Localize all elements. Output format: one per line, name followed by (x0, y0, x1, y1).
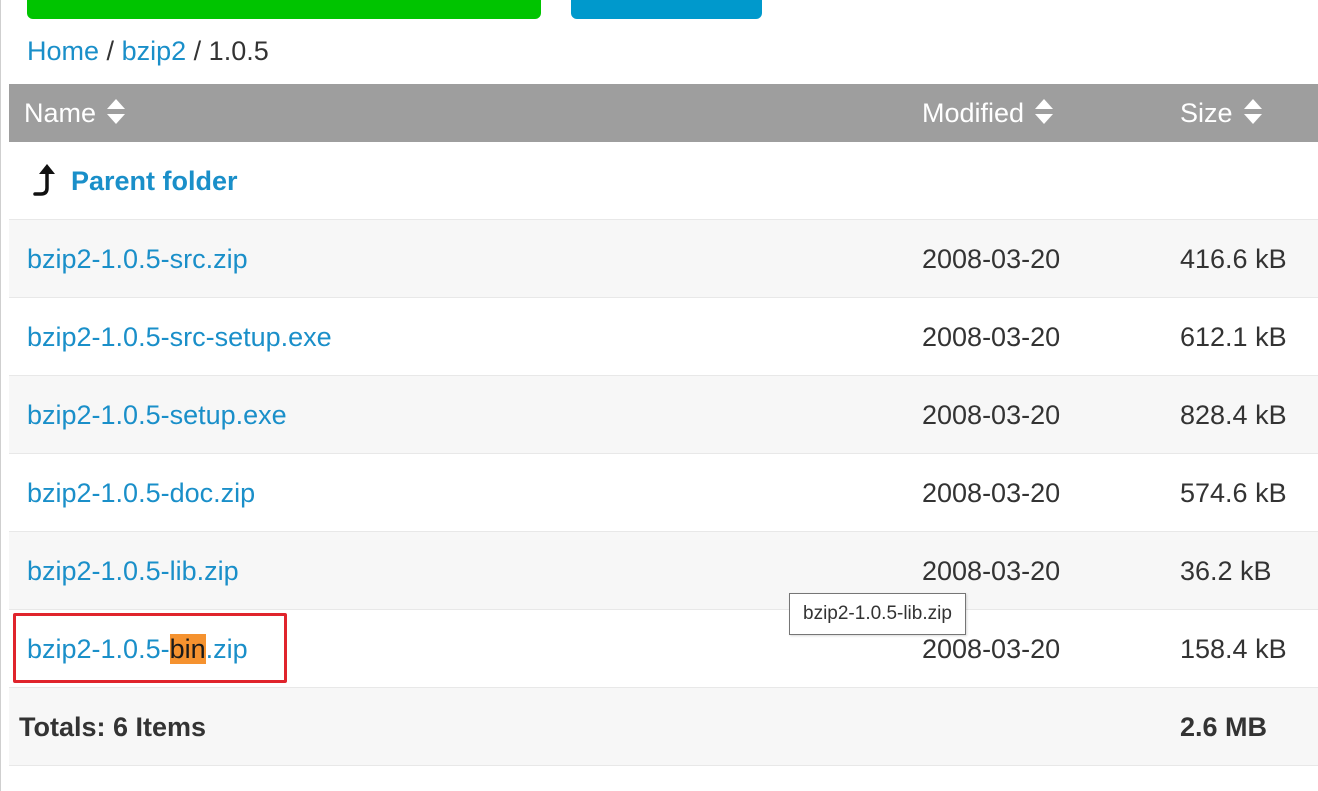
sort-by-size-header[interactable]: Size (1180, 84, 1263, 142)
totals-label: Totals: 6 Items (19, 712, 207, 742)
file-link[interactable]: bzip2-1.0.5-src-setup.exe (27, 298, 332, 376)
link-tooltip: bzip2-1.0.5-lib.zip (789, 593, 966, 635)
header-modified-label: Modified (922, 98, 1025, 128)
header-name-label: Name (24, 98, 97, 128)
file-browser-page: Home / bzip2 / 1.0.5 Name Modified Size … (0, 0, 1318, 791)
table-row: bzip2-1.0.5-setup.exe 2008-03-20 828.4 k… (9, 376, 1318, 454)
table-row: bzip2-1.0.5-bin.zip 2008-03-20 158.4 kB (9, 610, 1318, 688)
file-link[interactable]: bzip2-1.0.5-setup.exe (27, 376, 287, 454)
parent-folder-arrow-icon (33, 163, 55, 196)
file-size: 158.4 kB (1180, 634, 1287, 664)
file-modified: 2008-03-20 (922, 244, 1061, 274)
totals-row: Totals: 6 Items 2.6 MB (9, 688, 1318, 766)
file-name-suffix: .zip (205, 634, 248, 664)
file-link[interactable]: bzip2-1.0.5-doc.zip (27, 454, 255, 532)
table-row: bzip2-1.0.5-src.zip 2008-03-20 416.6 kB (9, 220, 1318, 298)
parent-folder-row: Parent folder (9, 142, 1318, 220)
files-table: Name Modified Size Parent folder bzip2-1… (9, 84, 1318, 766)
file-size: 36.2 kB (1180, 556, 1272, 586)
file-size: 574.6 kB (1180, 478, 1287, 508)
sort-by-name-header[interactable]: Name (24, 84, 126, 142)
parent-folder-link[interactable]: Parent folder (31, 142, 238, 220)
breadcrumb: Home / bzip2 / 1.0.5 (27, 32, 269, 70)
sort-by-modified-header[interactable]: Modified (922, 84, 1054, 142)
sort-icon (107, 98, 126, 124)
search-highlight: bin (169, 634, 206, 664)
file-link[interactable]: bzip2-1.0.5-lib.zip (27, 532, 239, 610)
breadcrumb-separator: / (193, 36, 202, 66)
table-row: bzip2-1.0.5-src-setup.exe 2008-03-20 612… (9, 298, 1318, 376)
table-row: bzip2-1.0.5-lib.zip 2008-03-20 36.2 kB (9, 532, 1318, 610)
table-row: bzip2-1.0.5-doc.zip 2008-03-20 574.6 kB (9, 454, 1318, 532)
parent-folder-label: Parent folder (71, 166, 238, 196)
top-action-button[interactable] (571, 0, 762, 19)
file-modified: 2008-03-20 (922, 322, 1061, 352)
breadcrumb-folder-link[interactable]: bzip2 (122, 36, 187, 66)
sort-icon (1035, 98, 1054, 124)
header-size-label: Size (1180, 98, 1233, 128)
breadcrumb-home-link[interactable]: Home (27, 36, 99, 66)
table-header: Name Modified Size (9, 84, 1318, 142)
file-name-prefix: bzip2-1.0.5- (27, 634, 170, 664)
sort-icon (1243, 98, 1262, 124)
breadcrumb-separator: / (106, 36, 115, 66)
totals-size: 2.6 MB (1180, 712, 1268, 742)
file-size: 828.4 kB (1180, 400, 1287, 430)
file-link[interactable]: bzip2-1.0.5-bin.zip (27, 610, 248, 688)
breadcrumb-current: 1.0.5 (208, 36, 269, 66)
file-modified: 2008-03-20 (922, 400, 1061, 430)
file-size: 416.6 kB (1180, 244, 1287, 274)
download-latest-button[interactable] (27, 0, 541, 19)
file-size: 612.1 kB (1180, 322, 1287, 352)
file-link[interactable]: bzip2-1.0.5-src.zip (27, 220, 248, 298)
file-modified: 2008-03-20 (922, 478, 1061, 508)
